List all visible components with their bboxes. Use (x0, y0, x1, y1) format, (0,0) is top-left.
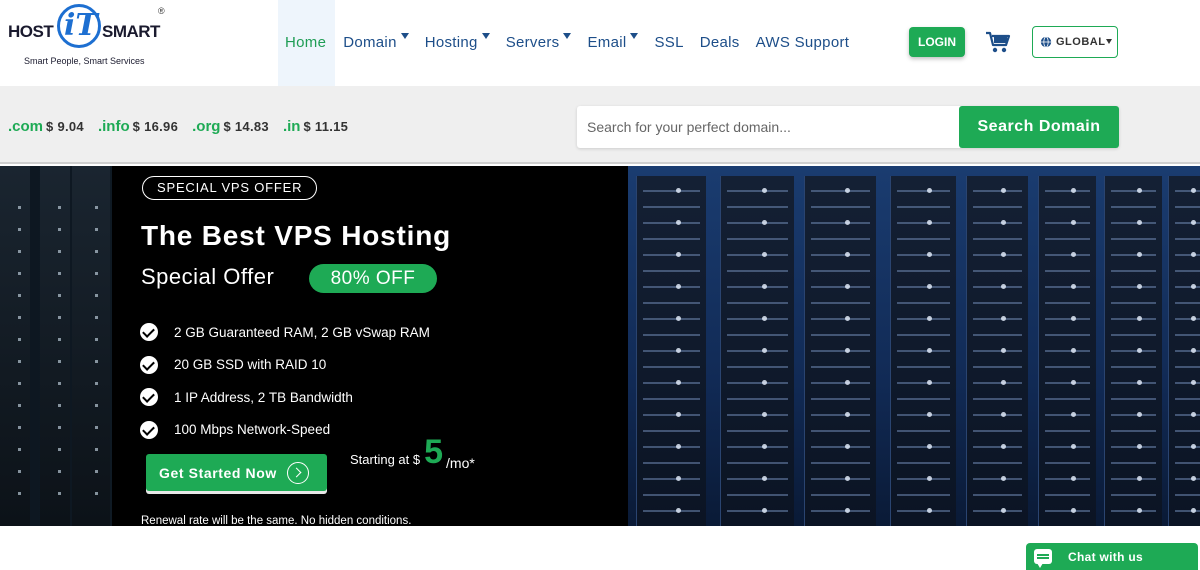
nav-label: Home (285, 34, 327, 51)
domain-price-info[interactable]: .info $ 16.96 (98, 118, 178, 135)
price-value: 5 (424, 433, 444, 471)
globe-icon (1040, 36, 1052, 48)
check-circle-icon (140, 420, 158, 439)
tld-price: $ 9.04 (46, 119, 84, 134)
main-nav: Home Domain Hosting Servers Email SSL De… (278, 0, 857, 86)
offer-badge: SPECIAL VPS OFFER (142, 176, 318, 200)
domain-price-in[interactable]: .in $ 11.15 (283, 118, 348, 135)
nav-label: Hosting (424, 34, 478, 51)
check-circle-icon (140, 388, 158, 407)
nav-item-ssl[interactable]: SSL (646, 0, 691, 86)
starting-price: Starting at $ 5 /mo* (350, 435, 475, 471)
nav-item-servers[interactable]: Servers (498, 0, 580, 86)
chat-label: Chat with us (1068, 549, 1143, 564)
tld-price: $ 11.15 (303, 119, 349, 134)
caret-down-icon (481, 33, 490, 39)
chevron-right-circle-icon (286, 461, 309, 484)
feature-item: 2 GB Guaranteed RAM, 2 GB vSwap RAM (140, 316, 430, 349)
logo-it-text: iT (64, 8, 98, 43)
server-rack (636, 176, 706, 526)
chat-widget-button[interactable]: Chat with us (1026, 543, 1198, 570)
server-rack (1168, 176, 1200, 526)
tld-label: .org (192, 118, 221, 135)
caret-down-icon (400, 33, 409, 39)
server-rack (1038, 176, 1096, 526)
caret-down-icon (563, 33, 572, 39)
nav-label: Deals (699, 34, 740, 51)
caret-down-icon (1106, 38, 1113, 44)
hero-banner: SPECIAL VPS OFFER The Best VPS Hosting S… (0, 166, 1200, 526)
server-rack (804, 176, 876, 526)
server-rack (966, 176, 1028, 526)
nav-label: Domain (343, 34, 397, 51)
region-label: GLOBAL (1056, 36, 1106, 48)
logo-tagline: Smart People, Smart Services (24, 56, 145, 66)
feature-item: 1 IP Address, 2 TB Bandwidth (140, 381, 430, 414)
nav-item-hosting[interactable]: Hosting (417, 0, 498, 86)
domain-search-input[interactable] (577, 106, 957, 148)
feature-list: 2 GB Guaranteed RAM, 2 GB vSwap RAM 20 G… (140, 316, 430, 446)
logo-smart-text: SMART (102, 22, 160, 41)
domain-search-bar: .com $ 9.04 .info $ 16.96 .org $ 14.83 .in $… (0, 86, 1200, 164)
nav-label: AWS Support (755, 34, 850, 51)
renewal-note: Renewal rate will be the same. No hidden… (141, 515, 412, 526)
feature-text: 1 IP Address, 2 TB Bandwidth (174, 389, 353, 405)
starting-label: Starting at $ (350, 452, 421, 467)
nav-label: Email (587, 34, 627, 51)
price-period: /mo* (446, 455, 475, 471)
tld-price: $ 14.83 (223, 119, 269, 134)
brand-logo[interactable]: HOST iT SMART ® Smart People, Smart Serv… (8, 4, 178, 70)
feature-item: 100 Mbps Network-Speed (140, 414, 430, 447)
domain-search-box: Search Domain (577, 106, 1119, 148)
server-rack (0, 166, 30, 526)
domain-price-com[interactable]: .com $ 9.04 (8, 118, 84, 135)
nav-item-home[interactable]: Home (278, 0, 336, 86)
datacenter-background-right (628, 166, 1200, 526)
hero-title: The Best VPS Hosting (141, 220, 452, 251)
site-header: HOST iT SMART ® Smart People, Smart Serv… (0, 0, 1200, 86)
get-started-button[interactable]: Get Started Now (146, 454, 327, 491)
tld-label: .in (282, 118, 301, 135)
caret-down-icon (630, 33, 639, 39)
server-rack (720, 176, 794, 526)
chat-bubble-icon (1034, 549, 1052, 568)
offer-panel: SPECIAL VPS OFFER The Best VPS Hosting S… (112, 166, 628, 526)
logo-host-text: HOST (8, 22, 54, 41)
check-circle-icon (140, 323, 158, 342)
cart-icon[interactable] (985, 30, 1011, 54)
feature-text: 2 GB Guaranteed RAM, 2 GB vSwap RAM (174, 324, 430, 340)
hero-subtitle: Special Offer (141, 264, 275, 289)
login-button[interactable]: LOGIN (909, 27, 965, 57)
tld-label: .info (97, 118, 130, 135)
feature-text: 20 GB SSD with RAID 10 (174, 357, 327, 373)
domain-price-list: .com $ 9.04 .info $ 16.96 .org $ 14.83 .in $… (8, 118, 362, 135)
nav-label: Servers (505, 34, 560, 51)
tld-label: .com (8, 118, 44, 135)
server-rack (890, 176, 956, 526)
tld-price: $ 16.96 (132, 119, 179, 134)
server-rack (1104, 176, 1162, 526)
feature-item: 20 GB SSD with RAID 10 (140, 349, 430, 382)
region-selector[interactable]: GLOBAL (1032, 26, 1118, 58)
logo-registered-mark: ® (158, 6, 165, 16)
server-rack (40, 166, 70, 526)
nav-item-email[interactable]: Email (579, 0, 646, 86)
nav-item-deals[interactable]: Deals (692, 0, 748, 86)
nav-label: SSL (654, 34, 684, 51)
server-rack (72, 166, 110, 526)
domain-price-org[interactable]: .org $ 14.83 (192, 118, 269, 135)
discount-badge: 80% OFF (309, 264, 437, 293)
search-domain-button[interactable]: Search Domain (959, 106, 1119, 148)
nav-item-domain[interactable]: Domain (335, 0, 417, 86)
get-started-label: Get Started Now (159, 464, 277, 481)
feature-text: 100 Mbps Network-Speed (174, 422, 331, 438)
check-circle-icon (140, 355, 158, 374)
nav-item-aws-support[interactable]: AWS Support (748, 0, 858, 86)
